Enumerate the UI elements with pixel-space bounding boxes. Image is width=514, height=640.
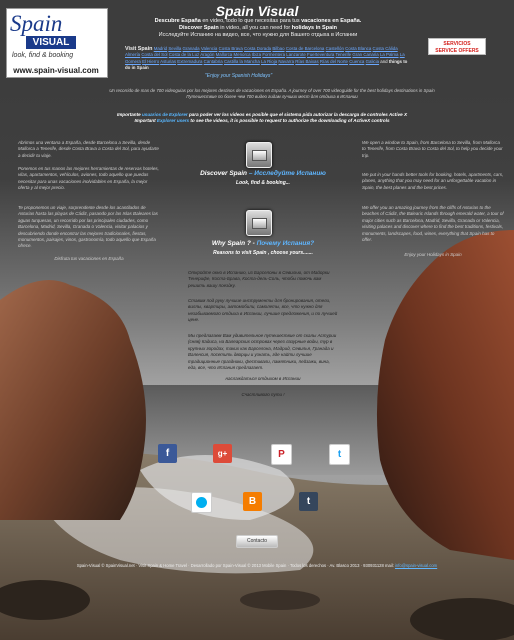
page-title: Spain Visual bbox=[215, 3, 299, 19]
twitter-icon[interactable]: t bbox=[329, 444, 350, 465]
center-russian-4: наслаждаться отдыхом в Испании bbox=[225, 376, 301, 381]
destination-link[interactable]: Costa Cálida bbox=[373, 46, 398, 51]
destination-link[interactable]: Ibiza bbox=[252, 52, 261, 57]
destination-link[interactable]: Bilbao bbox=[272, 46, 284, 51]
destination-link[interactable]: Galicia bbox=[366, 59, 379, 64]
logo-box-text: VISUAL bbox=[26, 36, 76, 49]
destination-link[interactable]: Almería bbox=[125, 52, 140, 57]
destination-link[interactable]: Formentera bbox=[262, 52, 285, 57]
enjoy-tagline: "Enjoy your Spanish Holidays" bbox=[205, 73, 273, 79]
center-russian-3: Мы предлагаем Вам удивительное путешеств… bbox=[188, 333, 337, 371]
activex-notice: Importante usuarios de Explorer para pod… bbox=[116, 112, 408, 124]
discover-spain-link[interactable]: Discover Spain – Исследуйте Испанию Look… bbox=[188, 170, 338, 186]
destination-link[interactable]: Costa Blanca bbox=[345, 46, 371, 51]
footer: Spain-Visual © SpainVisual.net · Visit S… bbox=[76, 563, 438, 568]
right-paragraph-1: We open a window to Spain, from Barcelon… bbox=[362, 140, 503, 158]
left-paragraph-1: Abrimos una ventana a España, desde Barc… bbox=[18, 140, 159, 158]
right-paragraph-2: We put in your hands better tools for bo… bbox=[362, 172, 504, 190]
destination-links: Visit Spain Madrid Sevilla Granada Valen… bbox=[125, 46, 408, 70]
destination-link[interactable]: Lanzarote bbox=[286, 52, 306, 57]
logo-tagline: look, find & booking bbox=[12, 52, 74, 59]
contact-button[interactable]: Contacto bbox=[236, 535, 278, 548]
destination-link[interactable]: Rías del Norte bbox=[320, 59, 348, 64]
why-spain-button[interactable] bbox=[246, 210, 272, 236]
destination-link[interactable]: Aragón bbox=[200, 52, 214, 57]
destination-link[interactable]: Cantabria bbox=[204, 59, 223, 64]
destination-link[interactable]: Costa del Sol bbox=[141, 52, 167, 57]
footer-email-link[interactable]: info@spain-visual.com bbox=[395, 563, 437, 568]
destination-link[interactable]: Madrid bbox=[154, 46, 167, 51]
google-plus-icon[interactable]: g+ bbox=[213, 444, 232, 463]
visit-spain-label: Visit Spain bbox=[125, 46, 153, 52]
destination-link[interactable]: Sevilla bbox=[168, 46, 181, 51]
destination-link[interactable]: Mallorca bbox=[216, 52, 233, 57]
discover-spain-button[interactable] bbox=[246, 142, 272, 168]
destination-link[interactable]: Menorca bbox=[233, 52, 250, 57]
destination-link[interactable]: La Palma bbox=[380, 52, 399, 57]
skype-icon[interactable] bbox=[191, 492, 212, 513]
logo-website: www.spain-visual.com bbox=[13, 66, 99, 75]
center-russian-2: Ставим под руку лучшие инструменты для б… bbox=[188, 298, 338, 323]
destination-link[interactable]: Navarra bbox=[278, 59, 294, 64]
destination-link[interactable]: Extremadura bbox=[177, 59, 202, 64]
left-paragraph-4: Disfruta tus vacaciones en España bbox=[54, 256, 124, 261]
intro-text: Un recorrido de mas de 700 videoguias po… bbox=[109, 88, 435, 99]
destination-link[interactable]: Costa de la Luz bbox=[169, 52, 200, 57]
destination-link[interactable]: Tenerife bbox=[336, 52, 352, 57]
destination-link[interactable]: El Hierro bbox=[142, 59, 159, 64]
facebook-icon[interactable]: f bbox=[158, 444, 177, 463]
destination-link[interactable]: Castellón bbox=[326, 46, 344, 51]
destination-link[interactable]: Cuenca bbox=[349, 59, 364, 64]
services-button[interactable]: SERVICIOS SERVICE OFFERS bbox=[428, 38, 486, 55]
pinterest-icon[interactable]: P bbox=[271, 444, 292, 465]
destination-link[interactable]: Costa Brava bbox=[219, 46, 243, 51]
why-spain-link[interactable]: Why Spain ? - Почему Испания? Reasons to… bbox=[188, 240, 338, 256]
destination-link[interactable]: Fuerteventura bbox=[307, 52, 334, 57]
destination-link[interactable]: Gran Canaria bbox=[352, 52, 378, 57]
destination-link[interactable]: Granada bbox=[183, 46, 200, 51]
destination-link[interactable]: La Rioja bbox=[261, 59, 277, 64]
center-russian-1: Откройте окно в Испанию, из Барселоны в … bbox=[188, 270, 330, 288]
blogger-icon[interactable]: B bbox=[243, 492, 262, 511]
destination-link[interactable]: Costa Dorada bbox=[244, 46, 271, 51]
center-russian-5: Счастливого пути ! bbox=[241, 392, 285, 397]
destination-link[interactable]: Asturias bbox=[160, 59, 176, 64]
destination-link[interactable]: Valencia bbox=[201, 46, 218, 51]
right-paragraph-4: Enjoy your Holidays in Spain bbox=[404, 252, 462, 257]
destination-link[interactable]: Costa de Barcelona bbox=[286, 46, 325, 51]
left-paragraph-3: Te proponemos un viaje, sorprendente des… bbox=[18, 205, 158, 249]
destination-link[interactable]: Rías Baixas bbox=[295, 59, 318, 64]
left-paragraph-2: Ponemos en tus manos las mejores herrami… bbox=[18, 166, 159, 191]
tumblr-icon[interactable]: t bbox=[299, 492, 318, 511]
header-description: Descubre España en video, todo lo que ne… bbox=[154, 18, 362, 38]
destination-link[interactable]: Castilla la Mancha bbox=[224, 59, 260, 64]
right-paragraph-3: We offer you an amazing journey from the… bbox=[362, 205, 504, 243]
